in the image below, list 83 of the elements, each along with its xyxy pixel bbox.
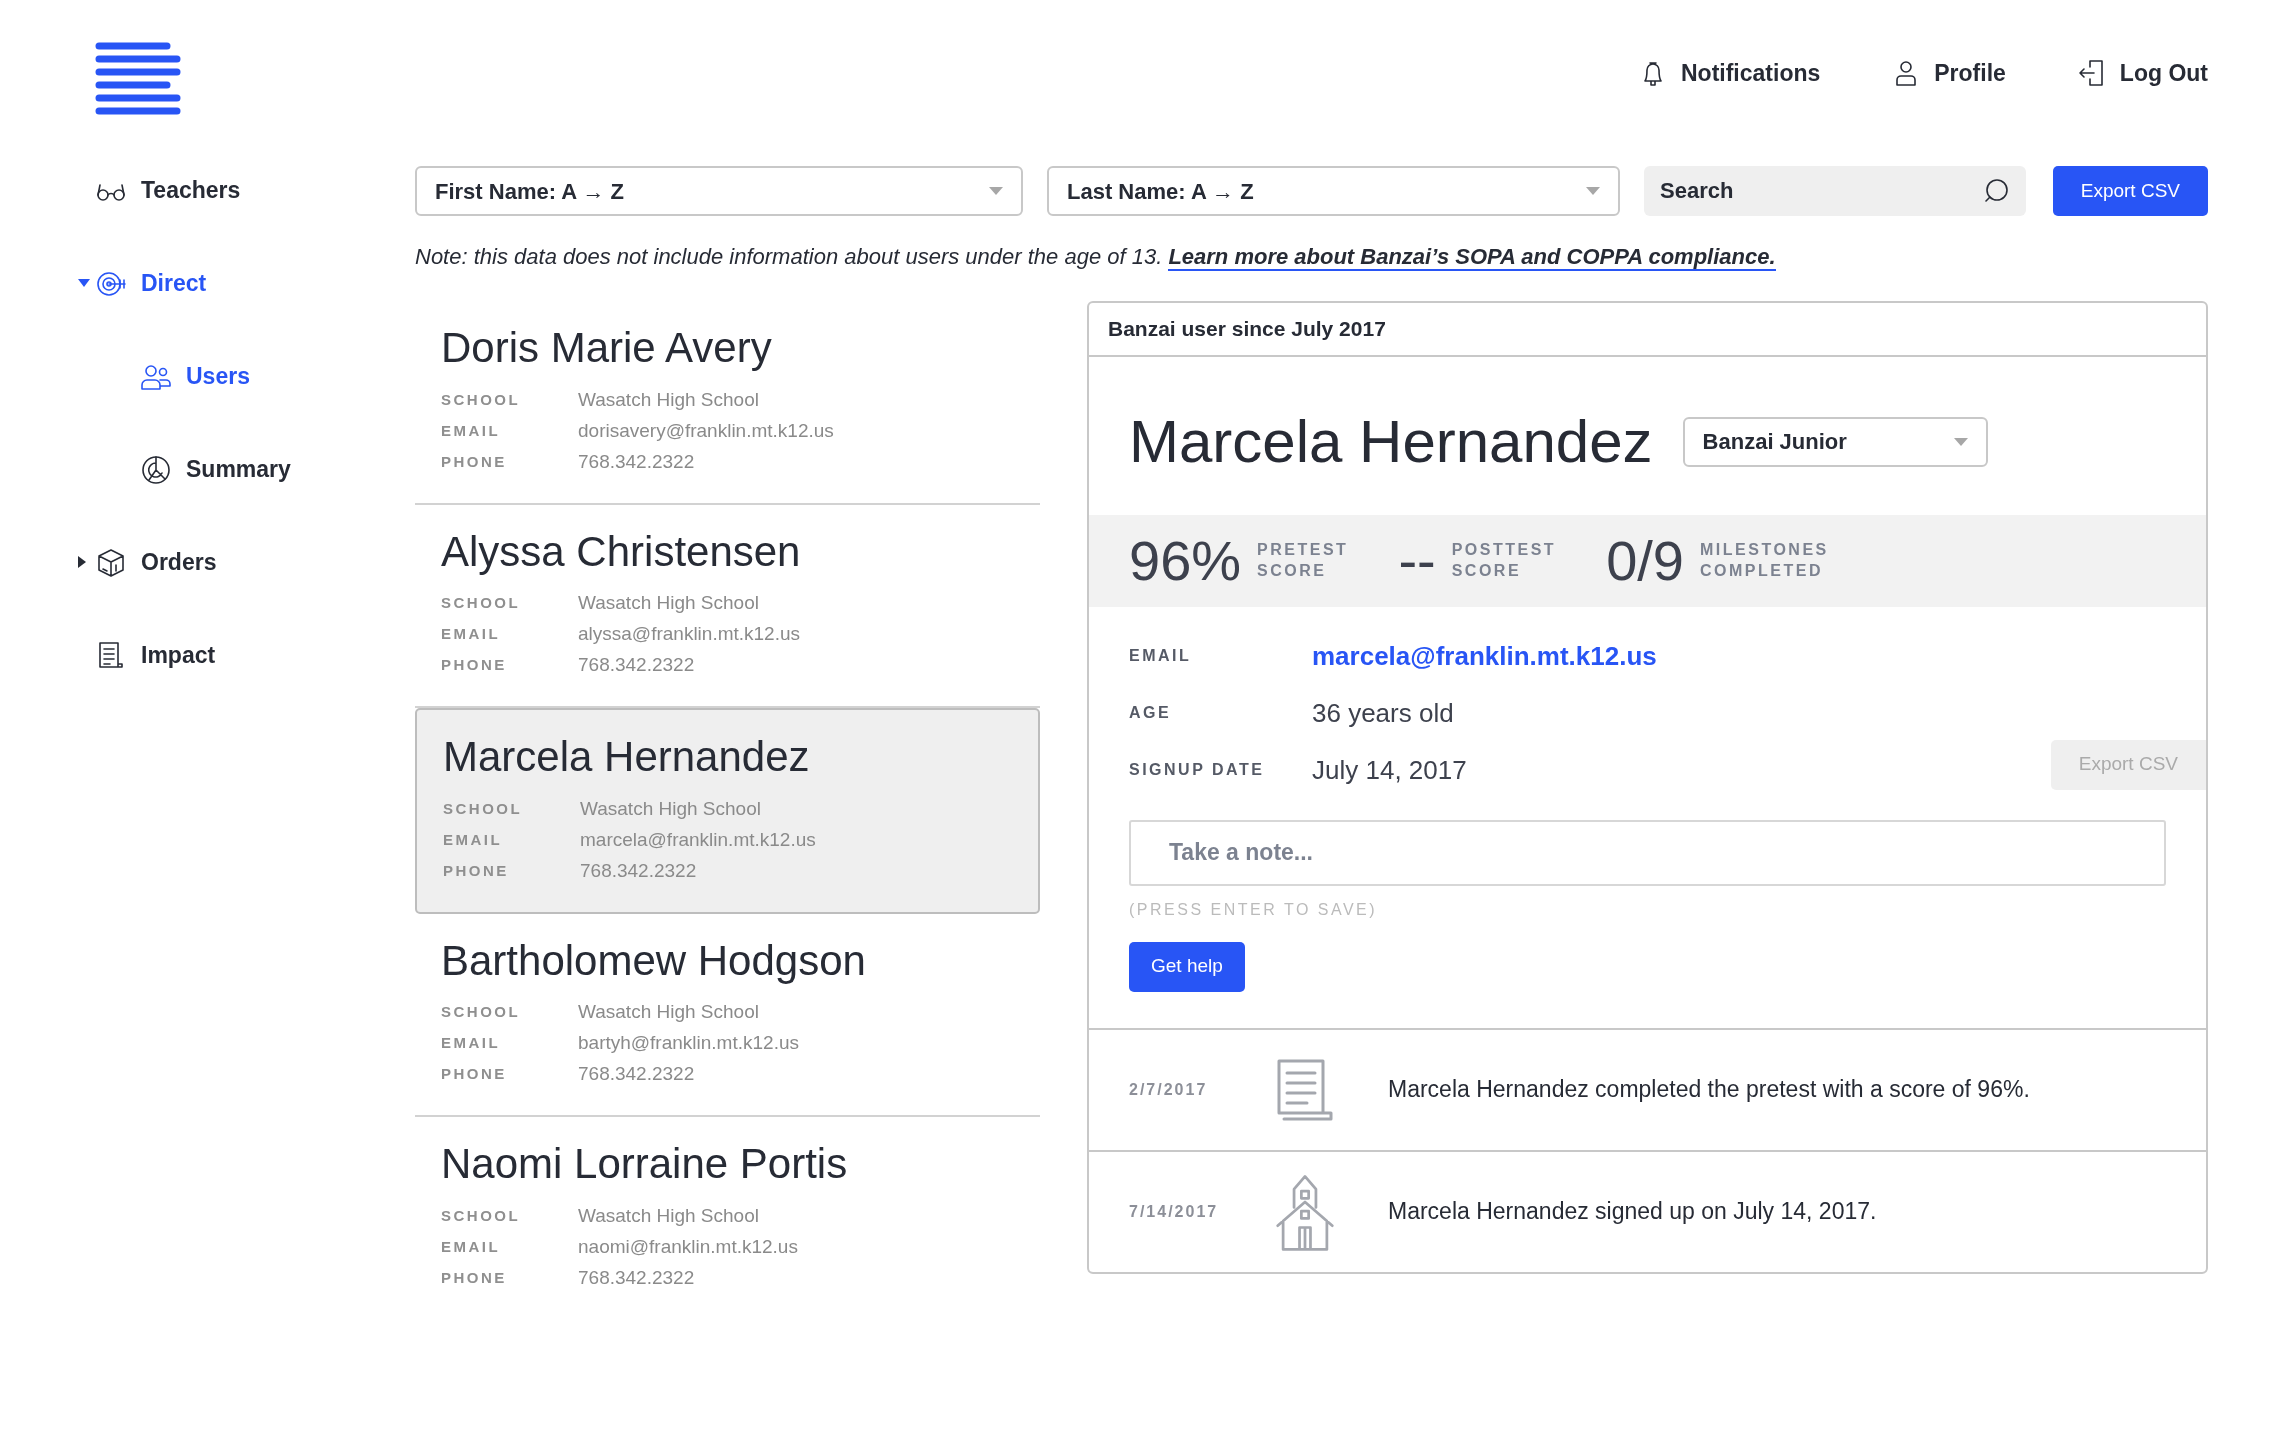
field-label: AGE: [1129, 702, 1173, 723]
field-label: EMAIL: [443, 829, 504, 850]
nav-link[interactable]: Profile: [1890, 56, 2006, 91]
field-label: PHONE: [441, 1267, 508, 1288]
sidebar-item[interactable]: Impact: [95, 609, 415, 702]
field-label: PHONE: [441, 451, 508, 472]
search-field[interactable]: Search: [1644, 166, 2026, 216]
hint-text: (PRESS ENTER TO SAVE): [1129, 899, 1379, 920]
stat-label: POSTTEST SCORE: [1451, 539, 1557, 581]
stat-label: MILESTONES COMPLETED: [1700, 539, 1829, 581]
export-button[interactable]: Export CSV: [2052, 166, 2208, 216]
user-name: Marcela Hernandez: [443, 732, 811, 783]
field-value: July 14, 2017: [1312, 753, 1467, 787]
field-label: SIGNUP DATE: [1129, 759, 1266, 780]
field-value: Wasatch High School: [578, 387, 759, 412]
email-link[interactable]: marcela@franklin.mt.k12.us: [1312, 636, 1657, 676]
stat-label: PRETEST SCORE: [1257, 539, 1349, 581]
stat-value: 96%: [1129, 532, 1242, 589]
event-date: 2/7/2017: [1129, 1079, 1209, 1100]
field-label: PHONE: [441, 1064, 508, 1085]
field-value: bartyh@franklin.mt.k12.us: [578, 1031, 799, 1056]
sort-dropdown[interactable]: Last Name: A → Z: [1047, 166, 1620, 216]
compliance-link[interactable]: Learn more about Banzai’s SOPA and COPPA compliance.: [1168, 244, 1776, 271]
field-label: EMAIL: [441, 624, 502, 645]
box-icon: [95, 546, 127, 579]
event-text: Marcela Hernandez completed the pretest with a score of 96%.: [1388, 1075, 2030, 1105]
field-label: EMAIL: [1129, 645, 1193, 666]
field-value: alyssa@franklin.mt.k12.us: [578, 622, 801, 647]
sort-dropdown[interactable]: First Name: A → Z: [415, 166, 1023, 216]
sidebar-item[interactable]: Orders: [95, 516, 415, 609]
field-value: 768.342.2322: [578, 449, 695, 474]
field-value: 768.342.2322: [580, 858, 697, 883]
menu-icon: [95, 40, 181, 116]
sidebar-item[interactable]: Summary: [95, 423, 415, 516]
pie-chart-icon: [140, 453, 172, 486]
user-name: Naomi Lorraine Portis: [441, 1139, 849, 1190]
nav-link[interactable]: Notifications: [1637, 56, 1821, 91]
field-value: 36 years old: [1312, 696, 1454, 730]
event-date: 7/14/2017: [1129, 1201, 1220, 1222]
field-label: SCHOOL: [441, 593, 522, 614]
field-label: SCHOOL: [441, 1205, 522, 1226]
help-button[interactable]: Get help: [1129, 941, 1245, 992]
panel-header: Banzai user since July 2017: [1089, 303, 2206, 357]
field-value: 768.342.2322: [578, 1062, 695, 1087]
nav-link[interactable]: Log Out: [2075, 56, 2208, 91]
field-label: SCHOOL: [441, 1002, 522, 1023]
field-value: Wasatch High School: [580, 796, 761, 821]
field-label: EMAIL: [441, 1236, 502, 1257]
field-value: naomi@franklin.mt.k12.us: [578, 1234, 798, 1259]
sidebar-item[interactable]: Direct: [95, 237, 415, 330]
field-label: PHONE: [441, 655, 508, 676]
caret-icon: [1586, 187, 1600, 195]
field-value: 768.342.2322: [578, 653, 695, 678]
user-card[interactable]: Marcela Hernandez SCHOOL Wasatch High School EMAIL marcela@franklin.mt.k12.us PHONE 768.342.2322: [415, 708, 1040, 914]
field-value: 768.342.2322: [578, 1265, 695, 1290]
user-name: Bartholomew Hodgson: [441, 935, 867, 986]
plan-dropdown[interactable]: Banzai Junior: [1682, 416, 1988, 467]
caret-icon[interactable]: [78, 556, 86, 568]
caret-icon: [989, 187, 1003, 195]
field-label: SCHOOL: [441, 389, 522, 410]
field-value: Wasatch High School: [578, 1203, 759, 1228]
field-label: SCHOOL: [443, 798, 524, 819]
field-label: EMAIL: [441, 420, 502, 441]
user-name: Alyssa Christensen: [441, 526, 802, 577]
user-card[interactable]: Doris Marie Avery SCHOOL Wasatch High School EMAIL dorisavery@franklin.mt.k12.us PHONE 768.342.2322: [415, 301, 1040, 505]
stat-value: --: [1398, 532, 1436, 589]
field-value: marcela@franklin.mt.k12.us: [580, 827, 816, 852]
caret-icon: [1953, 437, 1968, 446]
field-label: EMAIL: [441, 1033, 502, 1054]
field-value: Wasatch High School: [578, 591, 759, 616]
user-name: Marcela Hernandez: [1129, 406, 1653, 477]
sidebar-item[interactable]: Users: [95, 330, 415, 423]
note-field[interactable]: Take a note...: [1129, 819, 2166, 886]
note-text: Note: this data does not include information about users under the age of 13. Learn more about Banzai’s SOPA and COPPA compliance.: [415, 243, 1777, 273]
user-name: Doris Marie Avery: [441, 323, 773, 373]
field-value: Wasatch High School: [578, 1000, 759, 1025]
sidebar-item[interactable]: Teachers: [95, 144, 415, 237]
field-label: PHONE: [443, 860, 510, 881]
user-card[interactable]: Naomi Lorraine Portis SCHOOL Wasatch High School EMAIL naomi@franklin.mt.k12.us PHONE 768.342.2322: [415, 1117, 1040, 1319]
stat-value: 0/9: [1606, 532, 1684, 589]
user-card[interactable]: Bartholomew Hodgson SCHOOL Wasatch High School EMAIL bartyh@franklin.mt.k12.us PHONE 768.342.2322: [415, 913, 1040, 1118]
event-text: Marcela Hernandez signed up on July 14, 2017.: [1388, 1197, 1877, 1227]
field-value: dorisavery@franklin.mt.k12.us: [578, 418, 834, 443]
